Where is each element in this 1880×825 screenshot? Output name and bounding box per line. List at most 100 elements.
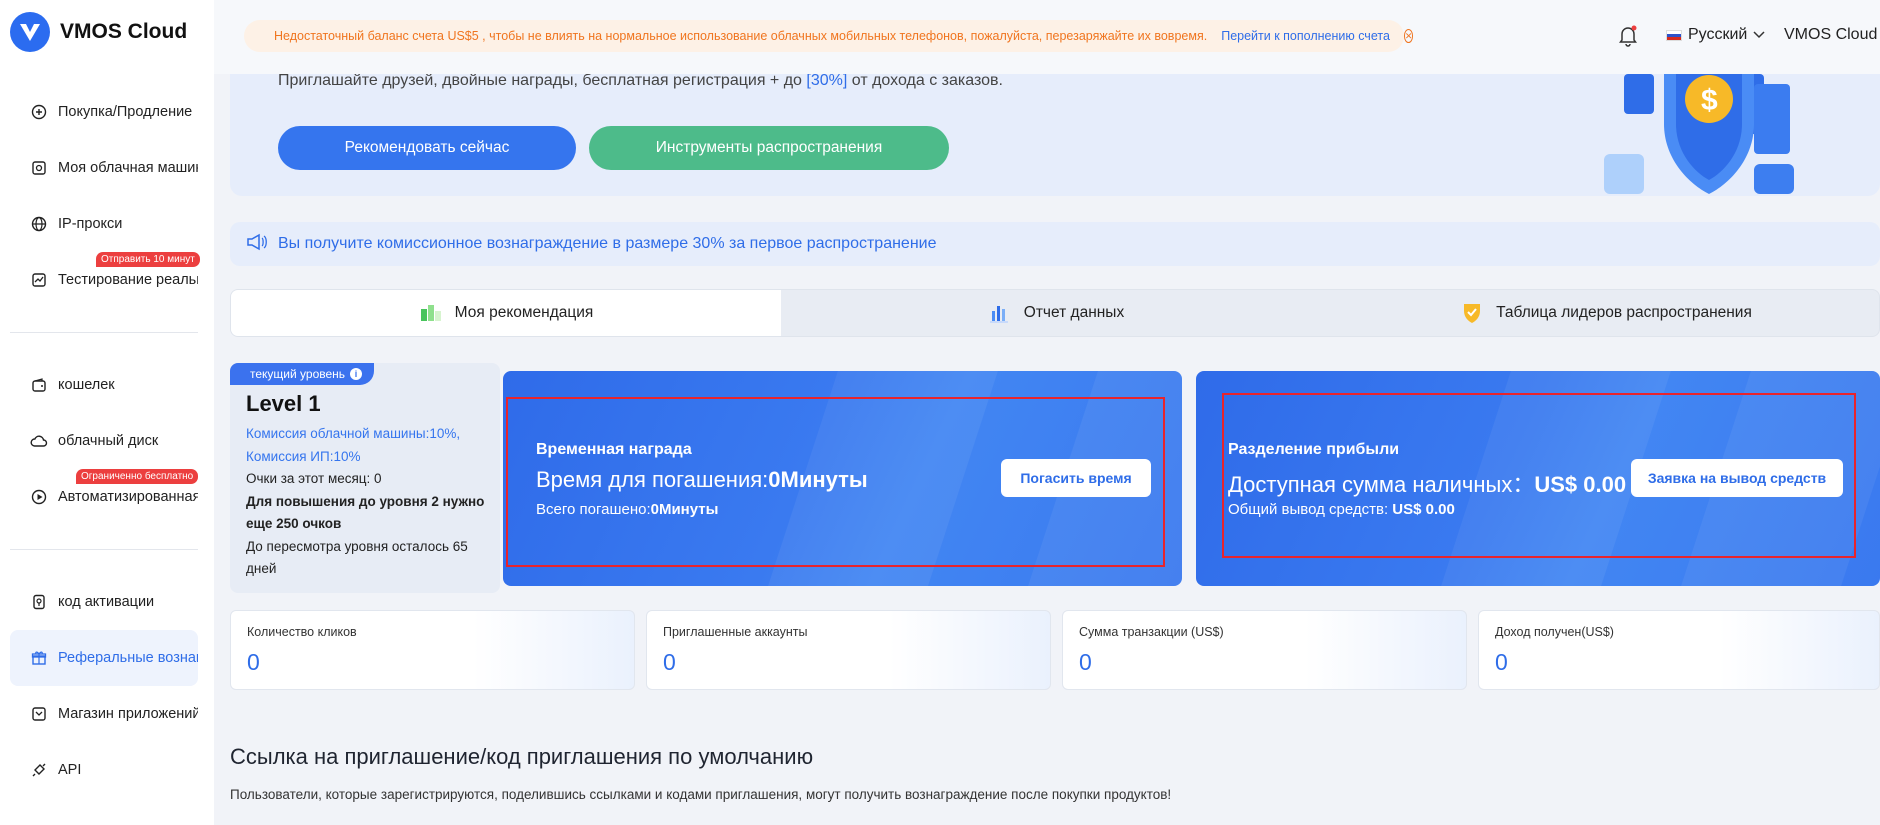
redeem-time-button[interactable]: Погасить время	[1001, 459, 1151, 497]
tab-data-report[interactable]: Отчет данных	[781, 290, 1331, 336]
sidebar-item-purchase[interactable]: Покупка/Продление	[10, 84, 198, 140]
sidebar-item-automation[interactable]: Автоматизированная оп	[10, 469, 198, 525]
info-icon[interactable]: i	[350, 368, 363, 380]
plus-circle-icon	[30, 103, 48, 121]
available-cash-value: US$ 0.00	[1534, 472, 1627, 497]
tab-label: Отчет данных	[1023, 304, 1125, 321]
activation-code-icon	[30, 593, 48, 611]
commission-machine: Комиссия облачной машины:10%,	[246, 426, 461, 441]
review-note: До пересмотра уровня осталось 65 дней	[246, 538, 468, 577]
total-withdrawal-label: Общий вывод средств:	[1228, 501, 1393, 518]
sidebar-item-label: код активации	[58, 594, 155, 610]
total-redeemed: Всего погашено:0Минуты	[536, 501, 718, 518]
play-circle-icon	[30, 488, 48, 506]
time-reward-card: Временная награда Время для погашения:0М…	[503, 371, 1182, 586]
distribution-tools-button[interactable]: Инструменты распространения	[589, 126, 949, 170]
sidebar-item-ip-proxy[interactable]: IP-прокси	[10, 196, 198, 252]
available-cash-label: Доступная сумма наличных：	[1228, 472, 1535, 497]
sidebar-item-cloud-machine[interactable]: Моя облачная машина	[10, 140, 198, 196]
logo-text: VMOS Cloud	[60, 20, 188, 43]
tab-leaderboard[interactable]: Таблица лидеров распространения	[1331, 290, 1879, 336]
cloud-phone-icon	[30, 159, 48, 177]
megaphone-icon	[246, 232, 268, 257]
time-to-redeem-label: Время для погашения:	[536, 467, 769, 492]
tab-my-recommendation[interactable]: Моя рекомендация	[231, 290, 781, 336]
banner-subtitle-suffix: от дохода с заказов.	[847, 74, 1003, 89]
top-up-link[interactable]: Перейти к пополнению счета	[1221, 29, 1390, 43]
api-icon	[30, 761, 48, 779]
current-level-badge[interactable]: текущий уровень i	[230, 363, 375, 385]
upgrade-note: Для повышения до уровня 2 нужно еще 250 …	[246, 493, 485, 532]
stat-clicks: Количество кликов 0	[230, 610, 635, 690]
stat-label: Сумма транзакции (US$)	[1079, 625, 1224, 639]
current-level-label: текущий уровень	[250, 367, 346, 381]
banner-subtitle-highlight: [30%]	[806, 74, 848, 89]
referral-tabs: Моя рекомендация Отчет данных Таблица ли…	[230, 289, 1880, 337]
logo[interactable]: VMOS Cloud	[10, 12, 187, 52]
top-bar: Недостаточный баланс счета US$5 , чтобы …	[214, 0, 1880, 74]
language-selector[interactable]: Русский	[1666, 26, 1765, 44]
commission-notice: Вы получите комиссионное вознаграждение …	[230, 222, 1880, 266]
sidebar-divider	[10, 549, 198, 550]
vmos-logo-icon	[10, 12, 50, 52]
russia-flag-icon	[1666, 29, 1682, 41]
time-to-redeem-value: 0Минуты	[768, 467, 868, 492]
sidebar-divider	[10, 332, 198, 333]
sidebar-item-label: IP-прокси	[58, 216, 123, 232]
sidebar-item-api[interactable]: API	[10, 742, 198, 798]
gift-icon	[30, 649, 48, 667]
sidebar-item-app-store[interactable]: Магазин приложений	[10, 686, 198, 742]
stat-value: 0	[663, 649, 676, 675]
globe-icon	[30, 215, 48, 233]
total-withdrawal: Общий вывод средств: US$ 0.00	[1228, 501, 1455, 518]
sidebar-item-label: Моя облачная машина	[58, 160, 198, 176]
tab-label: Моя рекомендация	[454, 304, 594, 321]
recommendation-icon	[419, 301, 443, 325]
stat-transaction-amount: Сумма транзакции (US$) 0	[1062, 610, 1467, 690]
sidebar-item-label: облачный диск	[58, 433, 159, 449]
stat-income-received: Доход получен(US$) 0	[1478, 610, 1880, 690]
invite-section-description: Пользователи, которые зарегистрируются, …	[230, 787, 1172, 802]
total-withdrawal-value: US$ 0.00	[1392, 501, 1455, 518]
tab-label: Таблица лидеров распространения	[1496, 304, 1752, 321]
profit-share-card: Разделение прибыли Доступная сумма налич…	[1196, 371, 1880, 586]
profit-share-title: Разделение прибыли	[1228, 441, 1400, 458]
time-reward-title: Временная награда	[536, 441, 692, 458]
cloud-disk-icon	[30, 432, 48, 450]
stat-invited-accounts: Приглашенные аккаунты 0	[646, 610, 1051, 690]
level-details: Комиссия облачной машины:10%, Комиссия И…	[246, 423, 491, 581]
user-menu[interactable]: VMOS Cloud	[1784, 26, 1877, 44]
trophy-shield-icon	[1460, 301, 1484, 325]
close-icon[interactable]: ✕	[1403, 29, 1414, 43]
total-redeemed-value: 0Минуты	[650, 501, 719, 518]
low-balance-notice: Недостаточный баланс счета US$5 , чтобы …	[244, 20, 1414, 52]
sidebar: VMOS Cloud Покупка/Продление Моя облачна…	[0, 0, 214, 825]
data-report-icon	[988, 301, 1012, 325]
chevron-down-icon	[1753, 26, 1765, 44]
banner-subtitle: Приглашайте друзей, двойные награды, бес…	[278, 74, 1003, 90]
commission-ip: Комиссия ИП:10%	[246, 448, 361, 464]
sidebar-item-label: кошелек	[58, 377, 115, 393]
sidebar-item-activation-code[interactable]: код активации	[10, 574, 198, 630]
bell-icon[interactable]	[1618, 25, 1638, 47]
sidebar-item-label: Тестирование реального	[58, 272, 198, 288]
stat-value: 0	[1079, 649, 1092, 675]
shield-dollar-illustration: $	[1604, 74, 1814, 196]
available-cash: Доступная сумма наличных：US$ 0.00	[1228, 467, 1626, 499]
sidebar-item-label: Автоматизированная оп	[58, 489, 198, 505]
sidebar-item-label: Магазин приложений	[58, 706, 198, 722]
sidebar-item-cloud-disk[interactable]: облачный диск	[10, 413, 198, 469]
sidebar-item-referral[interactable]: Реферальные вознаграж	[10, 630, 198, 686]
total-redeemed-label: Всего погашено:	[536, 501, 651, 518]
withdraw-request-button[interactable]: Заявка на вывод средств	[1631, 459, 1843, 497]
sidebar-item-label: Реферальные вознаграж	[58, 650, 198, 666]
sidebar-item-real-testing[interactable]: Тестирование реального	[10, 252, 198, 308]
stat-label: Количество кликов	[247, 625, 357, 639]
invite-section-title: Ссылка на приглашение/код приглашения по…	[230, 744, 814, 769]
stat-label: Приглашенные аккаунты	[663, 625, 808, 639]
stat-value: 0	[1495, 649, 1508, 675]
time-to-redeem: Время для погашения:0Минуты	[536, 467, 868, 493]
banner-subtitle-prefix: Приглашайте друзей, двойные награды, бес…	[278, 74, 807, 89]
sidebar-item-wallet[interactable]: кошелек	[10, 357, 198, 413]
recommend-now-button[interactable]: Рекомендовать сейчас	[278, 126, 576, 170]
